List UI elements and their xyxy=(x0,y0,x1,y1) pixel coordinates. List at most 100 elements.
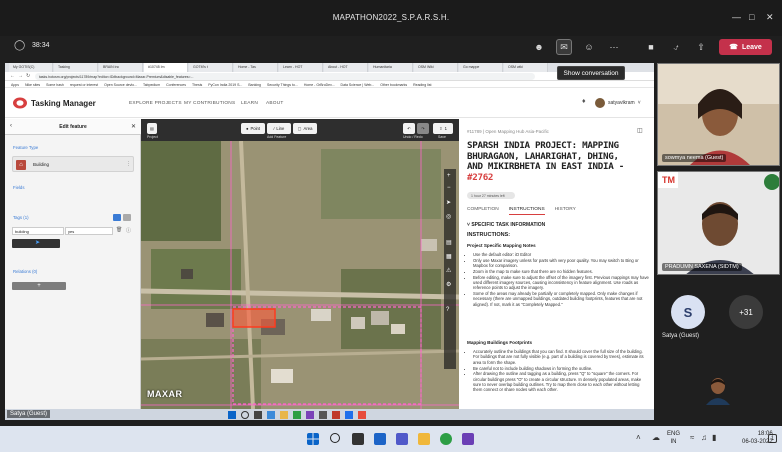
bookmark-item[interactable]: Tabpedium xyxy=(143,81,160,87)
feature-type-section[interactable]: Feature Type xyxy=(13,145,38,150)
browser-tab[interactable]: About - HOT xyxy=(324,63,368,72)
system-clock[interactable]: 18:06 06-03-2022 xyxy=(742,430,773,446)
info-icon[interactable]: ⓘ xyxy=(126,227,131,234)
issues-icon[interactable]: ⚠ xyxy=(446,267,451,274)
bookmark-item[interactable]: Some hash xyxy=(46,81,64,87)
nav-learn[interactable]: LEARN xyxy=(241,101,258,106)
add-point-button[interactable]: ● Point xyxy=(241,123,265,134)
layers-icon[interactable]: ▤ xyxy=(446,239,452,246)
location-icon[interactable]: ◎ xyxy=(446,213,451,220)
bell-icon[interactable]: ♦ xyxy=(582,98,586,105)
add-relation-button[interactable]: + xyxy=(12,282,66,290)
forward-icon[interactable]: → xyxy=(18,73,23,79)
browser-tab[interactable]: Learn - HOT xyxy=(279,63,323,72)
more-participants-button[interactable]: +31 xyxy=(729,295,763,329)
language-indicator[interactable]: ENG IN xyxy=(667,430,680,446)
zoom-out-icon[interactable]: − xyxy=(447,185,451,191)
tag-value-input[interactable]: yes xyxy=(65,227,113,235)
tab-completion[interactable]: COMPLETION xyxy=(467,207,499,215)
search-icon[interactable] xyxy=(330,433,340,443)
map-view[interactable]: ▤ Project ● Point ∕ Line ▢ Area Add Feature… xyxy=(141,119,459,409)
undo-button[interactable]: ↶ xyxy=(403,123,415,134)
nav-my-contributions[interactable]: MY CONTRIBUTIONS xyxy=(184,101,235,106)
bookmark-item[interactable]: Home - GrBroDev... xyxy=(304,81,335,87)
camera-off-icon[interactable]: ■ xyxy=(643,39,659,55)
file-explorer-icon[interactable] xyxy=(418,433,430,445)
browser-tab[interactable]: OSM Wiki xyxy=(414,63,458,72)
chat-app-icon[interactable] xyxy=(396,433,408,445)
browser-tab[interactable]: Tasking xyxy=(54,63,98,72)
specific-task-info-toggle[interactable]: ˅ SPECIFIC TASK INFORMATION xyxy=(467,222,545,228)
bookmark-item[interactable]: Reading list xyxy=(413,81,431,87)
wifi-icon[interactable]: ≈ xyxy=(690,433,694,442)
share-icon[interactable]: ⇧ xyxy=(693,39,709,55)
cloud-icon[interactable]: ☁ xyxy=(652,433,660,442)
chrome-icon[interactable] xyxy=(440,433,452,445)
add-area-button[interactable]: ▢ Area xyxy=(293,123,317,134)
reload-icon[interactable]: ↻ xyxy=(26,73,30,79)
tag-key-input[interactable]: building xyxy=(12,227,64,235)
browser-tab[interactable]: My GOTIS(C) xyxy=(9,63,53,72)
chevron-up-icon[interactable]: ˄ xyxy=(636,433,641,442)
nav-explore-projects[interactable]: EXPLORE PROJECTS xyxy=(129,101,182,106)
add-line-button[interactable]: ∕ Line xyxy=(267,123,291,134)
back-icon[interactable]: ← xyxy=(10,73,15,79)
browser-tab[interactable]: Go mappe xyxy=(459,63,503,72)
map-data-icon[interactable]: ▦ xyxy=(446,253,452,260)
url-field[interactable]: tasks.hotosm.org/projects/11789/map?edit… xyxy=(35,73,535,80)
user-menu[interactable]: satyavikram ˅ xyxy=(595,98,641,108)
bookmark-item[interactable]: Apps xyxy=(11,81,19,87)
teams-icon[interactable] xyxy=(462,433,474,445)
browser-tab[interactable]: OSM wiki xyxy=(504,63,548,72)
preferences-icon[interactable]: ⚙ xyxy=(446,281,451,288)
list-view-icon[interactable] xyxy=(113,214,121,221)
volume-icon[interactable]: ♫ xyxy=(701,433,707,442)
bookmark-item[interactable]: Other bookmarks xyxy=(380,81,407,87)
people-icon[interactable]: ☻ xyxy=(531,39,547,55)
battery-icon[interactable]: ▮ xyxy=(712,433,716,442)
zoom-in-icon[interactable]: + xyxy=(447,173,451,179)
bookmark-item[interactable]: Nike sites xyxy=(25,81,40,87)
bookmark-item[interactable]: Data Science | Web... xyxy=(341,81,375,87)
maximize-icon[interactable]: □ xyxy=(749,12,754,22)
chat-icon[interactable]: ✉ xyxy=(556,39,572,55)
nav-about[interactable]: ABOUT xyxy=(266,101,284,106)
help-icon[interactable]: ? xyxy=(446,307,449,313)
text-view-icon[interactable] xyxy=(123,214,131,221)
compass-icon[interactable]: ➤ xyxy=(446,199,451,206)
minimize-icon[interactable]: — xyxy=(732,12,741,22)
mic-off-icon[interactable]: ⍻ xyxy=(668,39,684,55)
task-view-icon[interactable] xyxy=(352,433,364,445)
close-icon[interactable]: ✕ xyxy=(766,12,774,23)
bookmark-item[interactable]: PyCon India 2019 S... xyxy=(208,81,242,87)
avatar[interactable]: S xyxy=(671,295,705,329)
delete-tag-icon[interactable]: 🗑 xyxy=(116,227,122,233)
close-icon[interactable]: ✕ xyxy=(131,123,136,130)
relations-section[interactable]: Relations (0) xyxy=(13,269,37,274)
hot-logo-icon[interactable] xyxy=(13,97,27,109)
bookmark-item[interactable]: Security Things to... xyxy=(267,81,298,87)
leave-button[interactable]: ☎ Leave xyxy=(719,39,772,55)
tags-section[interactable]: Tags (1) xyxy=(13,215,29,220)
save-button[interactable]: ⇧ 1 xyxy=(433,123,453,134)
redo-button[interactable]: ↷ xyxy=(417,123,429,134)
bookmark-item[interactable]: Open Source devlo... xyxy=(104,81,137,87)
bookmark-item[interactable]: request or interest xyxy=(70,81,98,87)
browser-tab[interactable]: GOTM's t xyxy=(189,63,233,72)
bookmark-item[interactable]: Banking xyxy=(248,81,261,87)
windows-start-icon[interactable] xyxy=(307,433,319,445)
browser-tab[interactable]: Humanitaria xyxy=(369,63,413,72)
more-icon[interactable]: ⋯ xyxy=(606,39,622,55)
bookmark-item[interactable]: Thesis xyxy=(192,81,202,87)
bookmark-item[interactable]: Conferences xyxy=(166,81,186,87)
sidebar-toggle-icon[interactable]: ▤ xyxy=(147,123,157,134)
fields-section[interactable]: Fields xyxy=(13,185,24,190)
participant-video-tile[interactable]: sowmya neema (Guest) xyxy=(657,63,780,166)
reactions-icon[interactable]: ☺ xyxy=(581,39,597,55)
feature-type-selector[interactable]: ⌂ Building ⋮ xyxy=(12,156,134,172)
participant-video-tile[interactable]: TM PRADUMN SAXENA (SIDTM) xyxy=(657,171,780,275)
browser-tab[interactable]: #10745 Im xyxy=(144,63,188,72)
tab-history[interactable]: HISTORY xyxy=(555,207,576,215)
widgets-icon[interactable] xyxy=(374,433,386,445)
tab-instructions[interactable]: INSTRUCTIONS xyxy=(508,207,545,215)
